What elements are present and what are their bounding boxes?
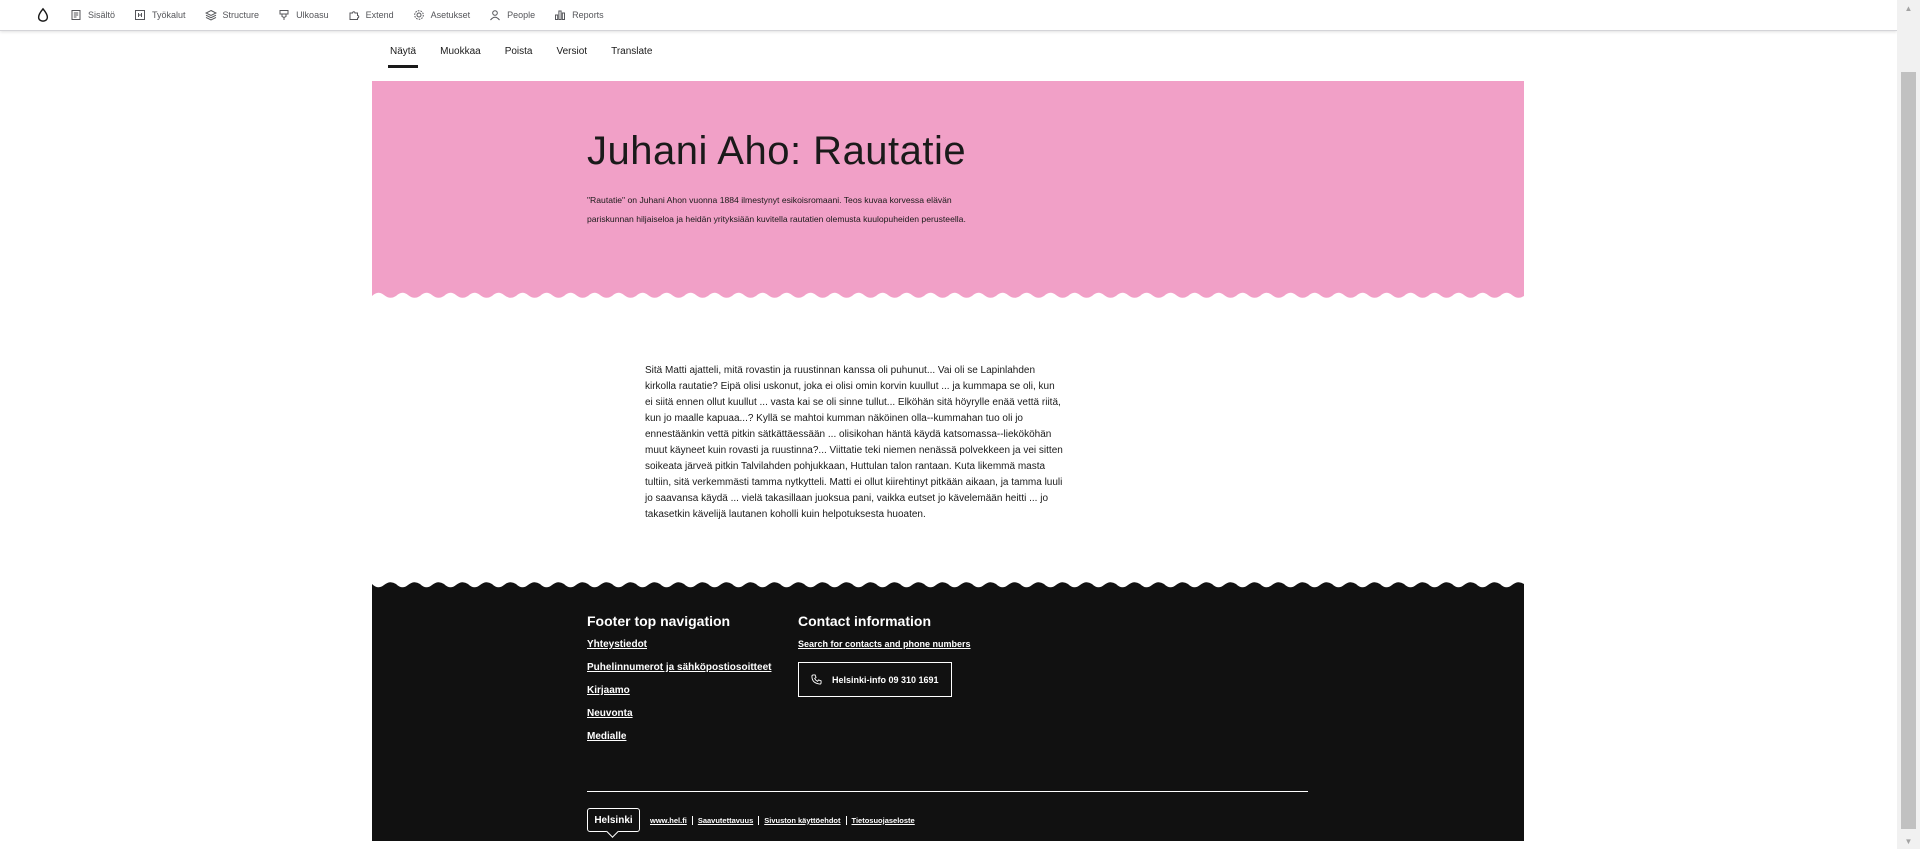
helsinki-logo[interactable]: Helsinki [587, 808, 640, 832]
scroll-down-arrow-icon[interactable]: ▼ [1897, 833, 1920, 849]
scrollbar-thumb[interactable] [1901, 72, 1916, 829]
contact-heading: Contact information [798, 613, 931, 629]
contact-search-link[interactable]: Search for contacts and phone numbers [798, 639, 971, 649]
helsinki-logo-text: Helsinki [594, 814, 633, 826]
toolbar-item-label: Structure [222, 10, 260, 20]
person-icon [490, 10, 501, 21]
toolbar-item-people[interactable]: People [489, 9, 535, 21]
hero-lead-text: "Rautatie" on Juhani Ahon vuonna 1884 il… [587, 195, 966, 224]
hero-section: Juhani Aho: Rautatie "Rautatie" on Juhan… [372, 81, 1524, 302]
tab-versiot[interactable]: Versiot [555, 36, 590, 68]
bottom-link-kayttoehdot[interactable]: Sivuston käyttöehdot [764, 816, 840, 825]
article-body-text: Sitä Matti ajatteli, mitä rovastin ja ru… [645, 365, 1063, 520]
tools-icon [135, 10, 146, 20]
toolbar-item-label: Asetukset [430, 10, 471, 20]
local-tasks-tabs: Näytä Muokkaa Poista Versiot Translate [388, 36, 674, 68]
footer-bottom-bar: Helsinki www.hel.fi Saavutettavuus Sivus… [587, 808, 915, 832]
separator [758, 815, 760, 825]
separator [691, 815, 693, 825]
toolbar-item-label: Työkalut [152, 10, 186, 20]
drupal-drop-icon[interactable] [36, 7, 52, 23]
footer-wave-divider [372, 578, 1524, 588]
toolbar-item-extend[interactable]: Extend [348, 9, 394, 21]
scroll-up-arrow-icon[interactable]: ▲ [1897, 0, 1920, 16]
toolbar-item-structure[interactable]: Structure [204, 9, 260, 21]
toolbar-item-label: Sisältö [88, 10, 116, 20]
tab-muokkaa[interactable]: Muokkaa [438, 36, 483, 68]
bottom-link-tietosuoja[interactable]: Tietosuojaseloste [852, 816, 915, 825]
footer-navigation: Footer top navigation Yhteystiedot Puhel… [587, 613, 771, 754]
toolbar-item-asetukset[interactable]: Asetukset [413, 9, 471, 21]
footer-link-puhelinnumerot[interactable]: Puhelinnumerot ja sähköpostiosoitteet [587, 662, 771, 673]
footer-nav-heading: Footer top navigation [587, 613, 731, 629]
puzzle-icon [349, 11, 359, 20]
tab-nayta[interactable]: Näytä [388, 36, 419, 68]
toolbar-item-ulkoasu[interactable]: Ulkoasu [278, 9, 329, 21]
bottom-link-helfi[interactable]: www.hel.fi [650, 816, 687, 825]
phone-button[interactable]: Helsinki-info 09 310 1691 [798, 662, 952, 697]
site-footer: Footer top navigation Yhteystiedot Puhel… [372, 578, 1524, 841]
footer-contact: Contact information Search for contacts … [798, 613, 971, 697]
separator [845, 815, 847, 825]
toolbar-item-label: Ulkoasu [296, 10, 329, 20]
phone-button-label: Helsinki-info 09 310 1691 [832, 674, 939, 685]
toolbar-item-sisalto[interactable]: Sisältö [70, 9, 115, 21]
vertical-scrollbar[interactable]: ▲ ▼ [1897, 0, 1920, 849]
bar-chart-icon [555, 10, 566, 20]
brush-icon [279, 10, 289, 20]
toolbar-item-label: People [507, 10, 536, 20]
bottom-link-saavutettavuus[interactable]: Saavutettavuus [698, 816, 753, 825]
footer-divider [587, 791, 1308, 792]
page-title: Juhani Aho: Rautatie [587, 129, 967, 173]
document-icon [71, 10, 81, 20]
toolbar-item-reports[interactable]: Reports [554, 9, 604, 21]
layers-icon [204, 9, 217, 21]
footer-link-neuvonta[interactable]: Neuvonta [587, 708, 771, 719]
footer-link-kirjaamo[interactable]: Kirjaamo [587, 685, 771, 696]
footer-link-medialle[interactable]: Medialle [587, 731, 771, 742]
gear-icon [413, 10, 424, 20]
tab-poista[interactable]: Poista [503, 36, 535, 68]
footer-link-yhteystiedot[interactable]: Yhteystiedot [587, 639, 771, 650]
toolbar-item-label: Extend [365, 10, 394, 20]
toolbar-item-label: Reports [572, 10, 604, 20]
admin-toolbar: Sisältö Työkalut Structure Ulkoasu Exten… [0, 0, 1897, 31]
tab-translate[interactable]: Translate [609, 36, 654, 68]
toolbar-item-tyokalut[interactable]: Työkalut [134, 9, 186, 21]
phone-icon [811, 674, 822, 685]
hero-wave-divider [372, 292, 1524, 302]
